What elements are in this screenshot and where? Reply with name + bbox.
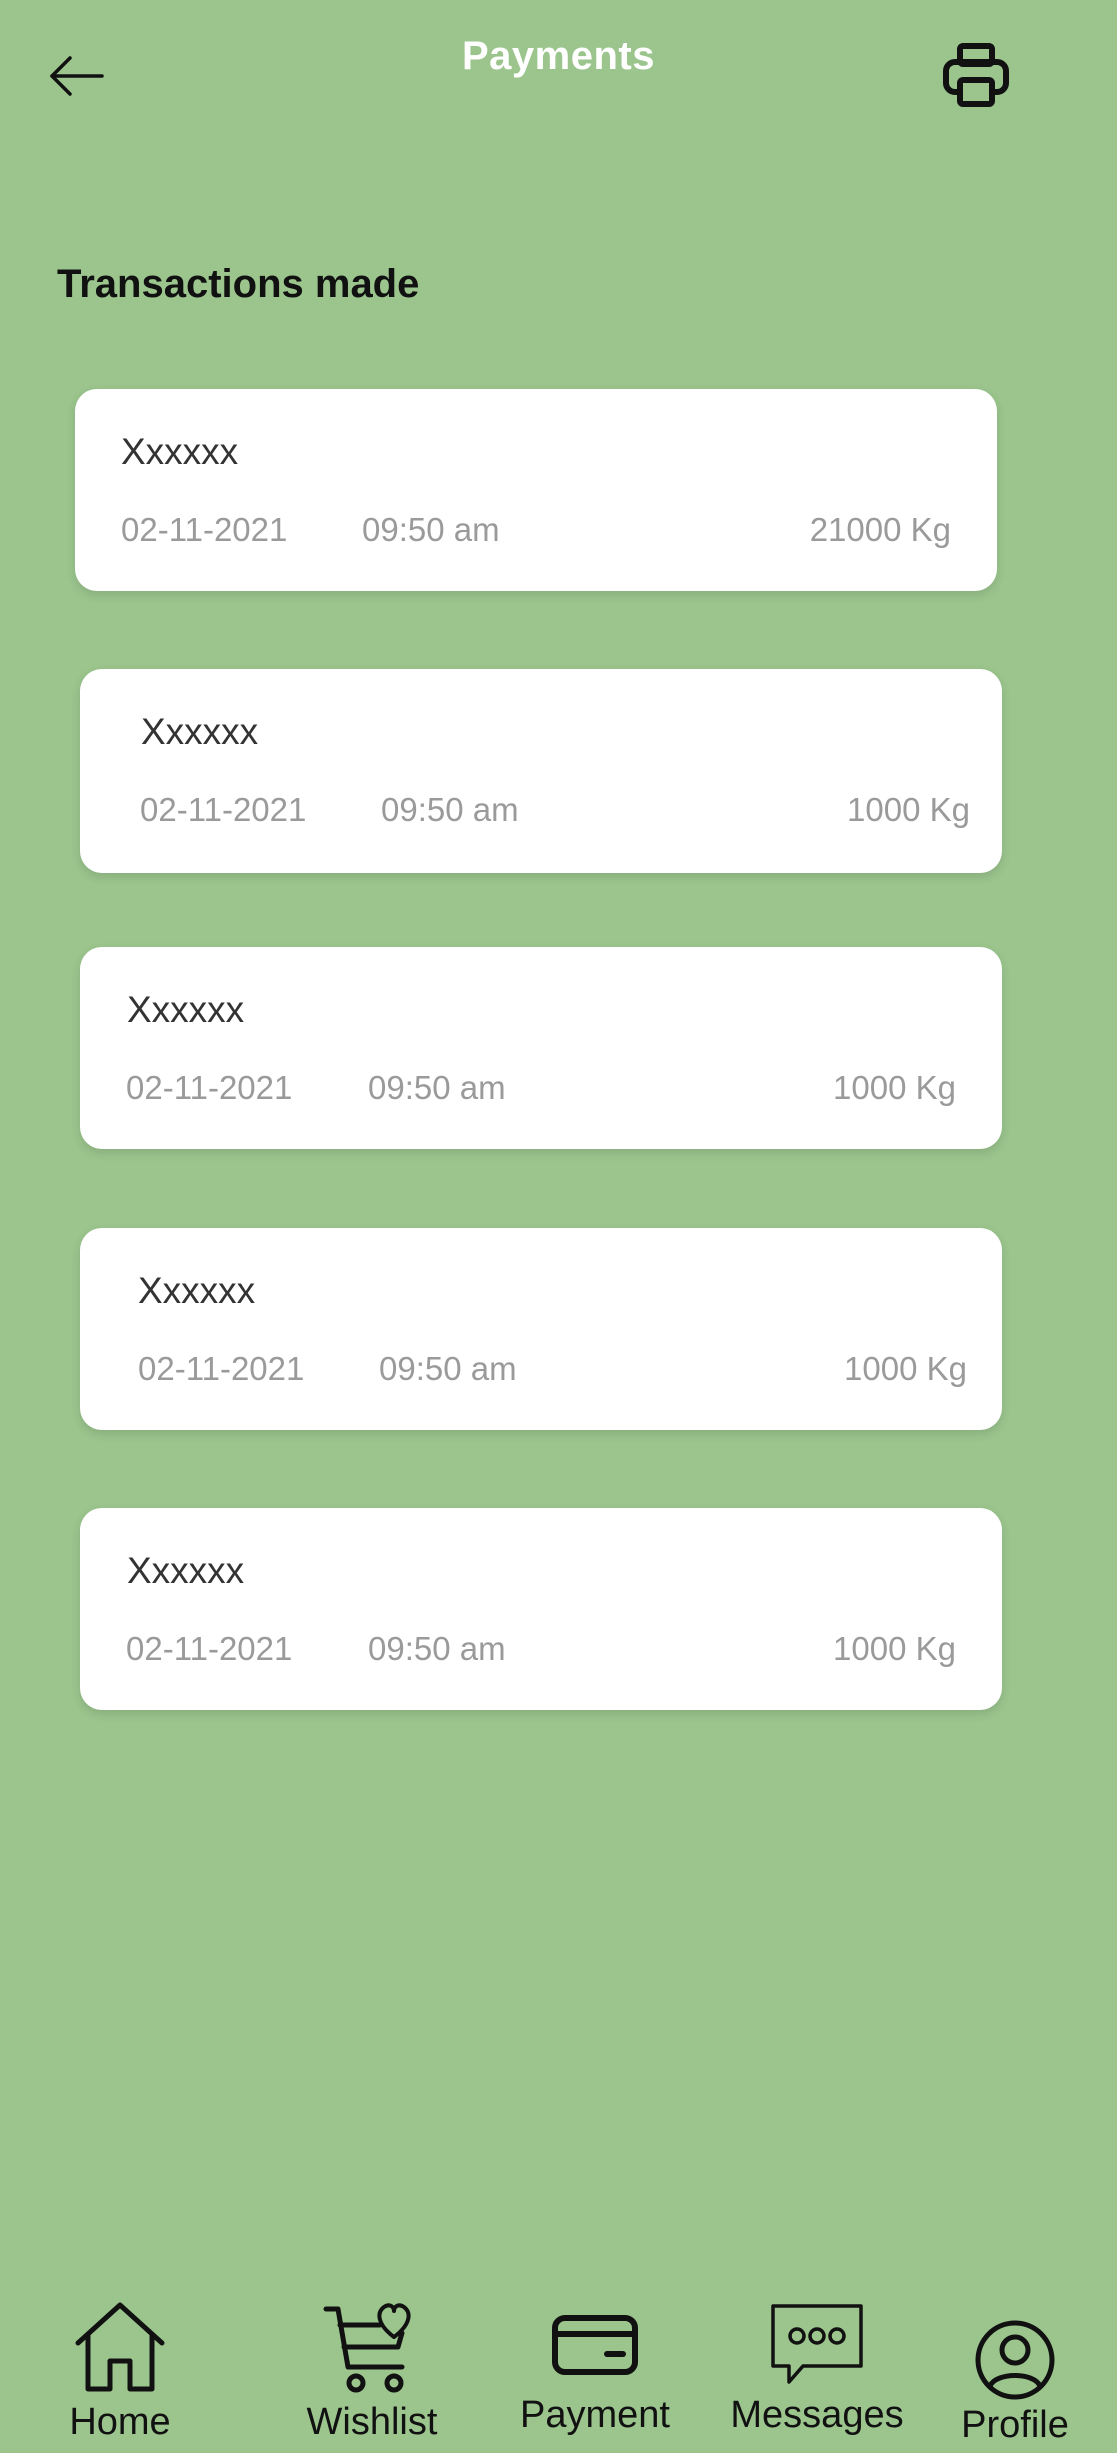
transaction-name: Xxxxxx — [127, 1550, 245, 1591]
transaction-name: Xxxxxx — [121, 431, 239, 472]
cart-heart-icon — [323, 2303, 411, 2393]
transaction-amount: 1000 Kg — [847, 791, 970, 828]
header: Payments — [0, 0, 1117, 140]
transaction-card[interactable]: Xxxxxx 02-11-2021 09:50 am 21000 Kg — [75, 389, 997, 591]
transaction-name: Xxxxxx — [138, 1270, 256, 1311]
nav-item-profile[interactable]: Profile — [955, 2320, 1075, 2447]
card-icon — [552, 2315, 638, 2375]
transaction-card[interactable]: Xxxxxx 02-11-2021 09:50 am 1000 Kg — [80, 1228, 1002, 1430]
transaction-name: Xxxxxx — [141, 711, 259, 752]
bottom-navigation: Home Wishlist Payment Messages Profile — [0, 2280, 1117, 2453]
nav-label: Wishlist — [306, 2401, 438, 2443]
nav-item-payment[interactable]: Payment — [520, 2300, 670, 2437]
transaction-time: 09:50 am — [381, 791, 519, 828]
printer-icon — [943, 43, 1009, 107]
transaction-time: 09:50 am — [362, 511, 500, 548]
transaction-time: 09:50 am — [368, 1069, 506, 1106]
nav-label: Home — [69, 2401, 171, 2443]
print-button[interactable] — [940, 40, 1012, 112]
transaction-card[interactable]: Xxxxxx 02-11-2021 09:50 am 1000 Kg — [80, 947, 1002, 1149]
user-icon — [975, 2320, 1055, 2400]
nav-item-wishlist[interactable]: Wishlist — [297, 2297, 447, 2444]
nav-item-home[interactable]: Home — [50, 2297, 190, 2444]
transaction-time: 09:50 am — [379, 1350, 517, 1387]
transaction-name: Xxxxxx — [127, 989, 245, 1030]
transaction-amount: 1000 Kg — [844, 1350, 967, 1387]
transaction-date: 02-11-2021 — [126, 1069, 293, 1106]
chat-icon — [771, 2304, 863, 2384]
transaction-date: 02-11-2021 — [126, 1630, 293, 1667]
nav-label: Profile — [961, 2404, 1069, 2446]
transaction-date: 02-11-2021 — [121, 511, 288, 548]
transaction-date: 02-11-2021 — [138, 1350, 305, 1387]
home-icon — [75, 2302, 165, 2392]
transaction-amount: 1000 Kg — [833, 1069, 956, 1106]
transaction-card[interactable]: Xxxxxx 02-11-2021 09:50 am 1000 Kg — [80, 1508, 1002, 1710]
transaction-card[interactable]: Xxxxxx 02-11-2021 09:50 am 1000 Kg — [80, 669, 1002, 873]
section-title: Transactions made — [57, 262, 420, 306]
transaction-date: 02-11-2021 — [140, 791, 307, 828]
transaction-amount: 21000 Kg — [809, 511, 951, 548]
nav-item-messages[interactable]: Messages — [727, 2300, 907, 2437]
nav-label: Payment — [520, 2394, 670, 2436]
nav-label: Messages — [730, 2394, 904, 2436]
transaction-time: 09:50 am — [368, 1630, 506, 1667]
transaction-amount: 1000 Kg — [833, 1630, 956, 1667]
